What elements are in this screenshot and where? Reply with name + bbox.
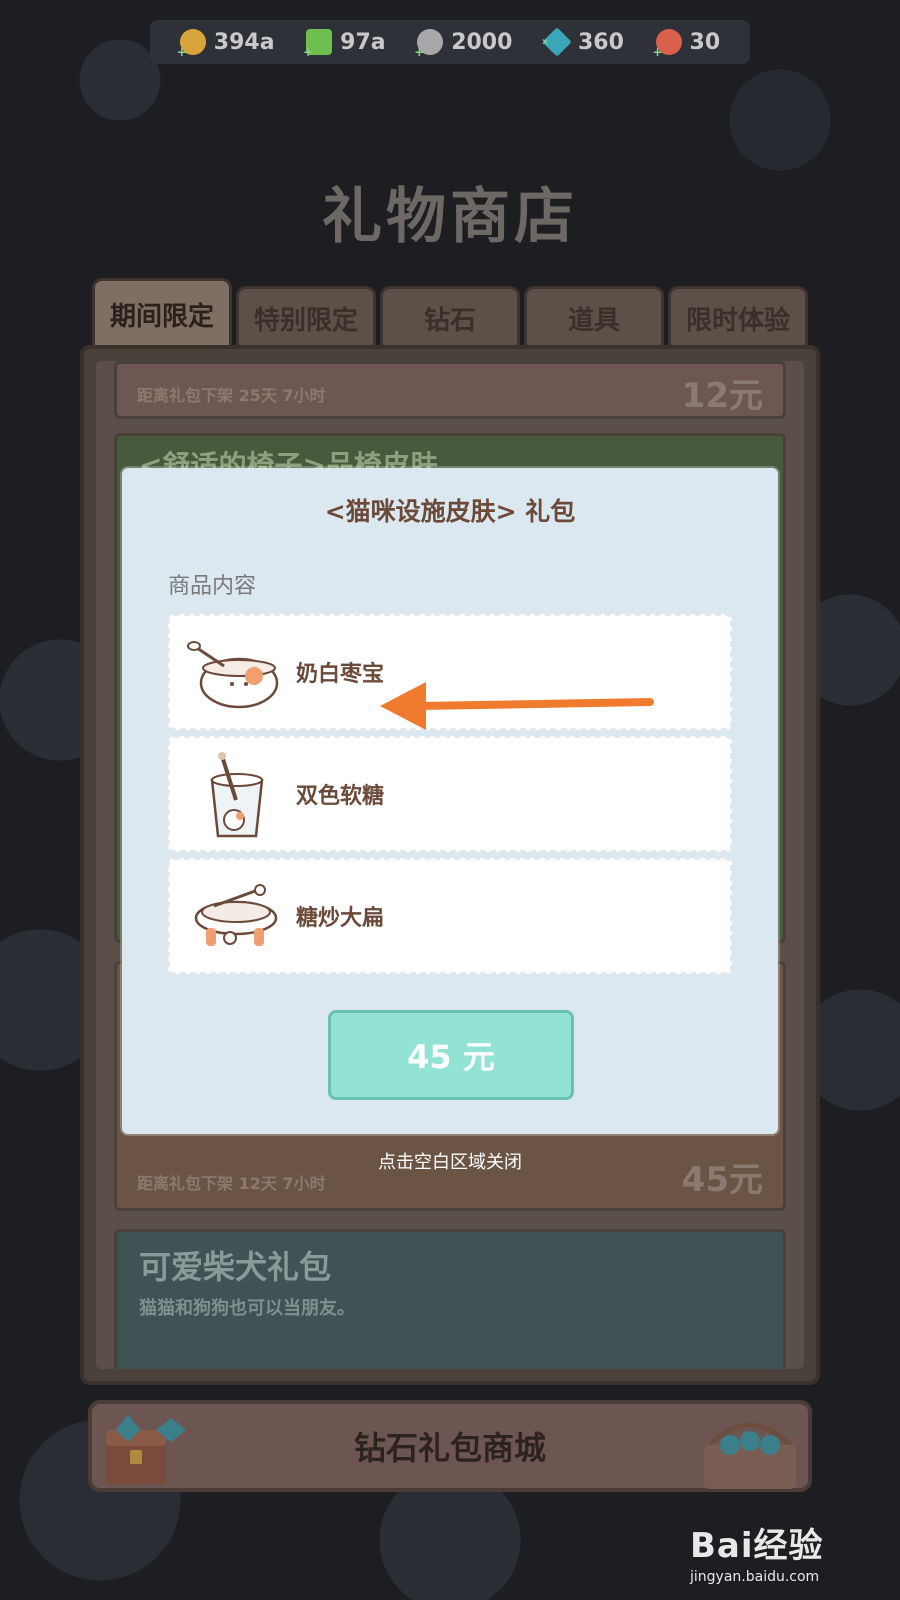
coin-stack-icon	[414, 29, 444, 59]
diamond-basket-icon	[704, 1422, 796, 1489]
tab-special-limited[interactable]: 特别限定	[236, 286, 376, 348]
tab-period-limited[interactable]: 期间限定	[92, 278, 232, 348]
item-name: 奶白枣宝	[296, 662, 385, 687]
buy-price: 45 元	[407, 1038, 495, 1076]
tab-diamond[interactable]: 钻石	[380, 286, 520, 348]
tab-items[interactable]: 道具	[524, 286, 664, 348]
modal-title: <猫咪设施皮肤> 礼包	[324, 497, 576, 526]
gift-pack-modal: <猫咪设施皮肤> 礼包 商品内容 奶白枣宝 双色软糖 糖炒大扁 45 元	[122, 468, 778, 1134]
ticket-icon	[653, 29, 682, 59]
lightning-icon	[303, 29, 333, 59]
diamond-icon	[542, 27, 572, 57]
tab-timed-trial[interactable]: 限时体验	[668, 286, 808, 348]
pack-item: 糖炒大扁	[168, 858, 732, 974]
cat-bowl-icon	[194, 884, 278, 946]
pack-card[interactable]: 距离礼包下架 25天 7小时 12元	[114, 361, 786, 419]
pack-price: 12元	[681, 376, 763, 416]
pack-title: 可爱柴犬礼包	[139, 1248, 332, 1286]
currency-value: 394a	[213, 29, 275, 55]
contents-label: 商品内容	[168, 574, 257, 599]
pack-item: 双色软糖	[168, 736, 732, 852]
buy-button[interactable]: 45 元	[328, 1010, 574, 1100]
diamond-mall-label: 钻石礼包商城	[353, 1429, 546, 1467]
close-hint[interactable]: 点击空白区域关闭	[0, 1148, 900, 1174]
annotation-arrow-icon	[380, 682, 654, 730]
currency-ticket[interactable]: 30	[653, 29, 721, 59]
currency-value: 97a	[340, 29, 386, 55]
page-title: 礼物商店	[322, 182, 578, 252]
cat-glass-icon	[210, 752, 264, 838]
currency-value: 360	[578, 29, 624, 55]
watermark: Bai经验 jingyan.baidu.com	[690, 1518, 890, 1588]
currency-value: 30	[689, 29, 721, 55]
treasure-chest-icon	[106, 1414, 186, 1484]
currency-coin[interactable]: 394a	[177, 29, 275, 59]
cat-cup-icon	[187, 641, 279, 709]
pack-subtitle: 猫猫和狗狗也可以当朋友。	[139, 1298, 355, 1319]
pack-timer: 距离礼包下架 25天 7小时	[137, 386, 326, 405]
currency-silver[interactable]: 2000	[414, 29, 513, 59]
currency-bar: 394a 97a 2000 360 30	[150, 20, 750, 64]
item-name: 糖炒大扁	[296, 906, 385, 931]
currency-value: 2000	[451, 29, 513, 55]
item-name: 双色软糖	[296, 784, 385, 809]
currency-energy[interactable]: 97a	[303, 29, 386, 59]
coin-icon	[177, 29, 206, 59]
watermark-logo: Bai经验	[690, 1526, 824, 1566]
watermark-url: jingyan.baidu.com	[690, 1569, 820, 1585]
pack-card[interactable]: 可爱柴犬礼包 猫猫和狗狗也可以当朋友。	[114, 1229, 786, 1369]
currency-diamond[interactable]: 360	[542, 27, 624, 57]
tab-bar: 期间限定 特别限定 钻石 道具 限时体验	[92, 278, 808, 348]
